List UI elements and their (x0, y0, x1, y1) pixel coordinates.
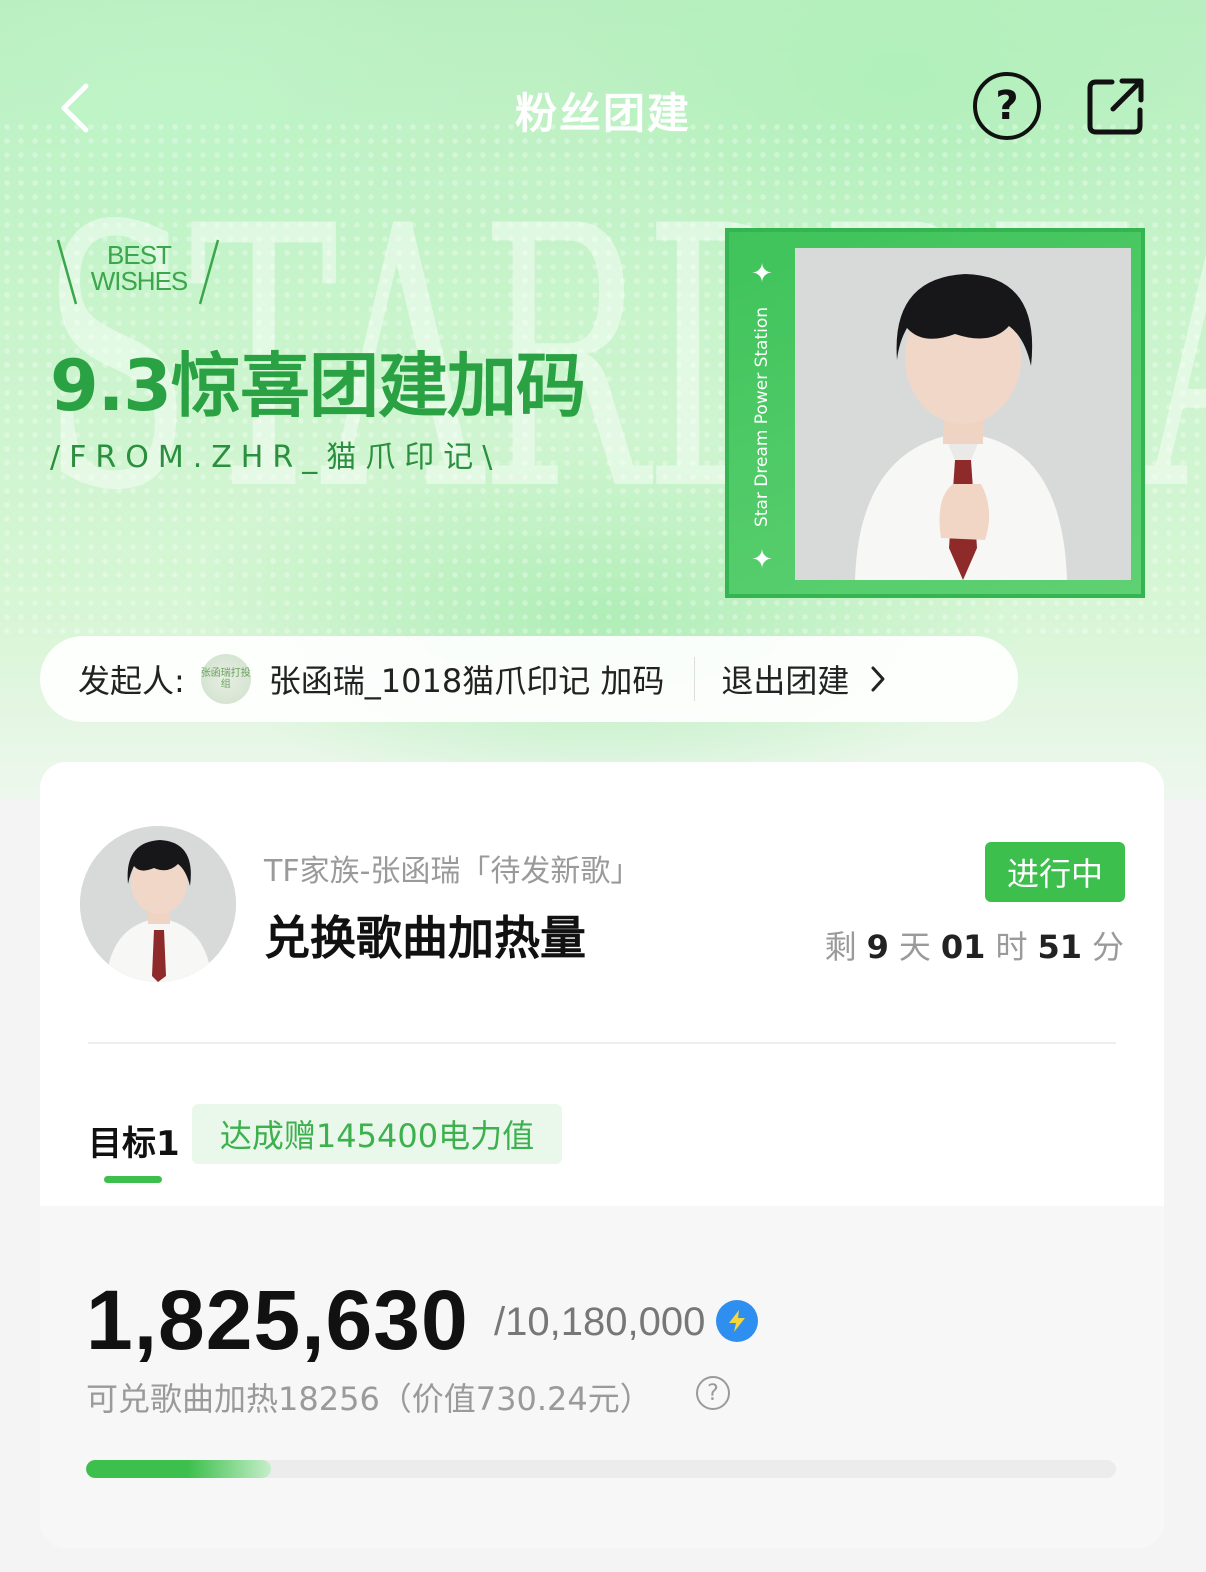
goal-tab[interactable]: 目标1 (88, 1116, 180, 1165)
question-circle-icon: ? (995, 83, 1019, 129)
page-title: 粉丝团建 (514, 89, 691, 138)
banner-subtitle: /FROM.ZHR_猫爪印记\ (50, 440, 502, 475)
task-card: TF家族-张函瑞「待发新歌」 兑换歌曲加热量 进行中 剩 9 天 01 时 51 分 目标1… (40, 762, 1164, 1548)
redeem-info: 可兑歌曲加热18256（价值730.24元） (86, 1380, 652, 1418)
divider (694, 657, 696, 701)
timer-days: 9 (866, 928, 889, 966)
card-divider (88, 1042, 1116, 1044)
status-badge: 进行中 (985, 842, 1125, 902)
goal-reward-badge: 达成赠145400电力值 (192, 1104, 562, 1164)
share-external-icon (1087, 78, 1144, 135)
initiator-avatar[interactable]: 张函瑞打投组 (200, 654, 251, 704)
timer-prefix: 剩 (824, 928, 857, 966)
chevron-right-icon[interactable] (869, 665, 887, 693)
task-title: 兑换歌曲加热量 (264, 911, 586, 965)
exit-group-button[interactable]: 退出团建 (721, 656, 849, 702)
task-category: TF家族-张函瑞「待发新歌」 (264, 854, 641, 889)
progress-track (86, 1460, 1116, 1478)
target-value: /10,180,000 (494, 1300, 706, 1344)
photo-side-strip: ✦ Star Dream Power Station ✦ (741, 259, 783, 575)
artist-avatar[interactable] (80, 826, 236, 982)
progress-fill (86, 1460, 271, 1478)
photo-frame: ✦ Star Dream Power Station ✦ (725, 228, 1145, 598)
initiator-label: 发起人: (78, 662, 185, 700)
share-button[interactable] (1086, 76, 1146, 136)
timer-days-unit: 天 (898, 928, 931, 966)
timer-hours-unit: 时 (995, 928, 1028, 966)
sparkle-icon: ✦ (751, 259, 773, 289)
goal-tab-indicator (104, 1176, 162, 1183)
help-button[interactable]: ? (973, 72, 1041, 140)
back-button[interactable] (52, 78, 102, 138)
sparkle-icon: ✦ (751, 545, 773, 575)
timer-minutes: 51 (1037, 928, 1082, 966)
lightning-icon (716, 1300, 758, 1342)
progress-section: 1,825,630 /10,180,000 可兑歌曲加热18256（价值730.… (40, 1206, 1164, 1548)
badge-text: BEST WISHES (90, 240, 189, 296)
banner-title: 9.3惊喜团建加码 (50, 345, 586, 427)
current-value: 1,825,630 (86, 1273, 469, 1367)
timer-hours: 01 (940, 928, 986, 966)
hero-banner: STARDREAM 粉丝团建 ? BEST WISHES 9.3惊喜团建加码 /… (0, 0, 1206, 800)
portrait-image (795, 248, 1131, 580)
timer-minutes-unit: 分 (1091, 928, 1124, 966)
info-question-icon[interactable]: ? (696, 1376, 730, 1410)
initiator-name[interactable]: 张函瑞_1018猫爪印记 加码 (269, 656, 665, 702)
countdown-timer: 剩 9 天 01 时 51 分 (825, 922, 1124, 968)
initiator-bar: 发起人: 张函瑞打投组 张函瑞_1018猫爪印记 加码 退出团建 (40, 636, 1018, 722)
photo-side-text: Star Dream Power Station (752, 306, 772, 528)
best-wishes-badge: BEST WISHES (54, 236, 224, 308)
chevron-left-icon (61, 83, 89, 133)
